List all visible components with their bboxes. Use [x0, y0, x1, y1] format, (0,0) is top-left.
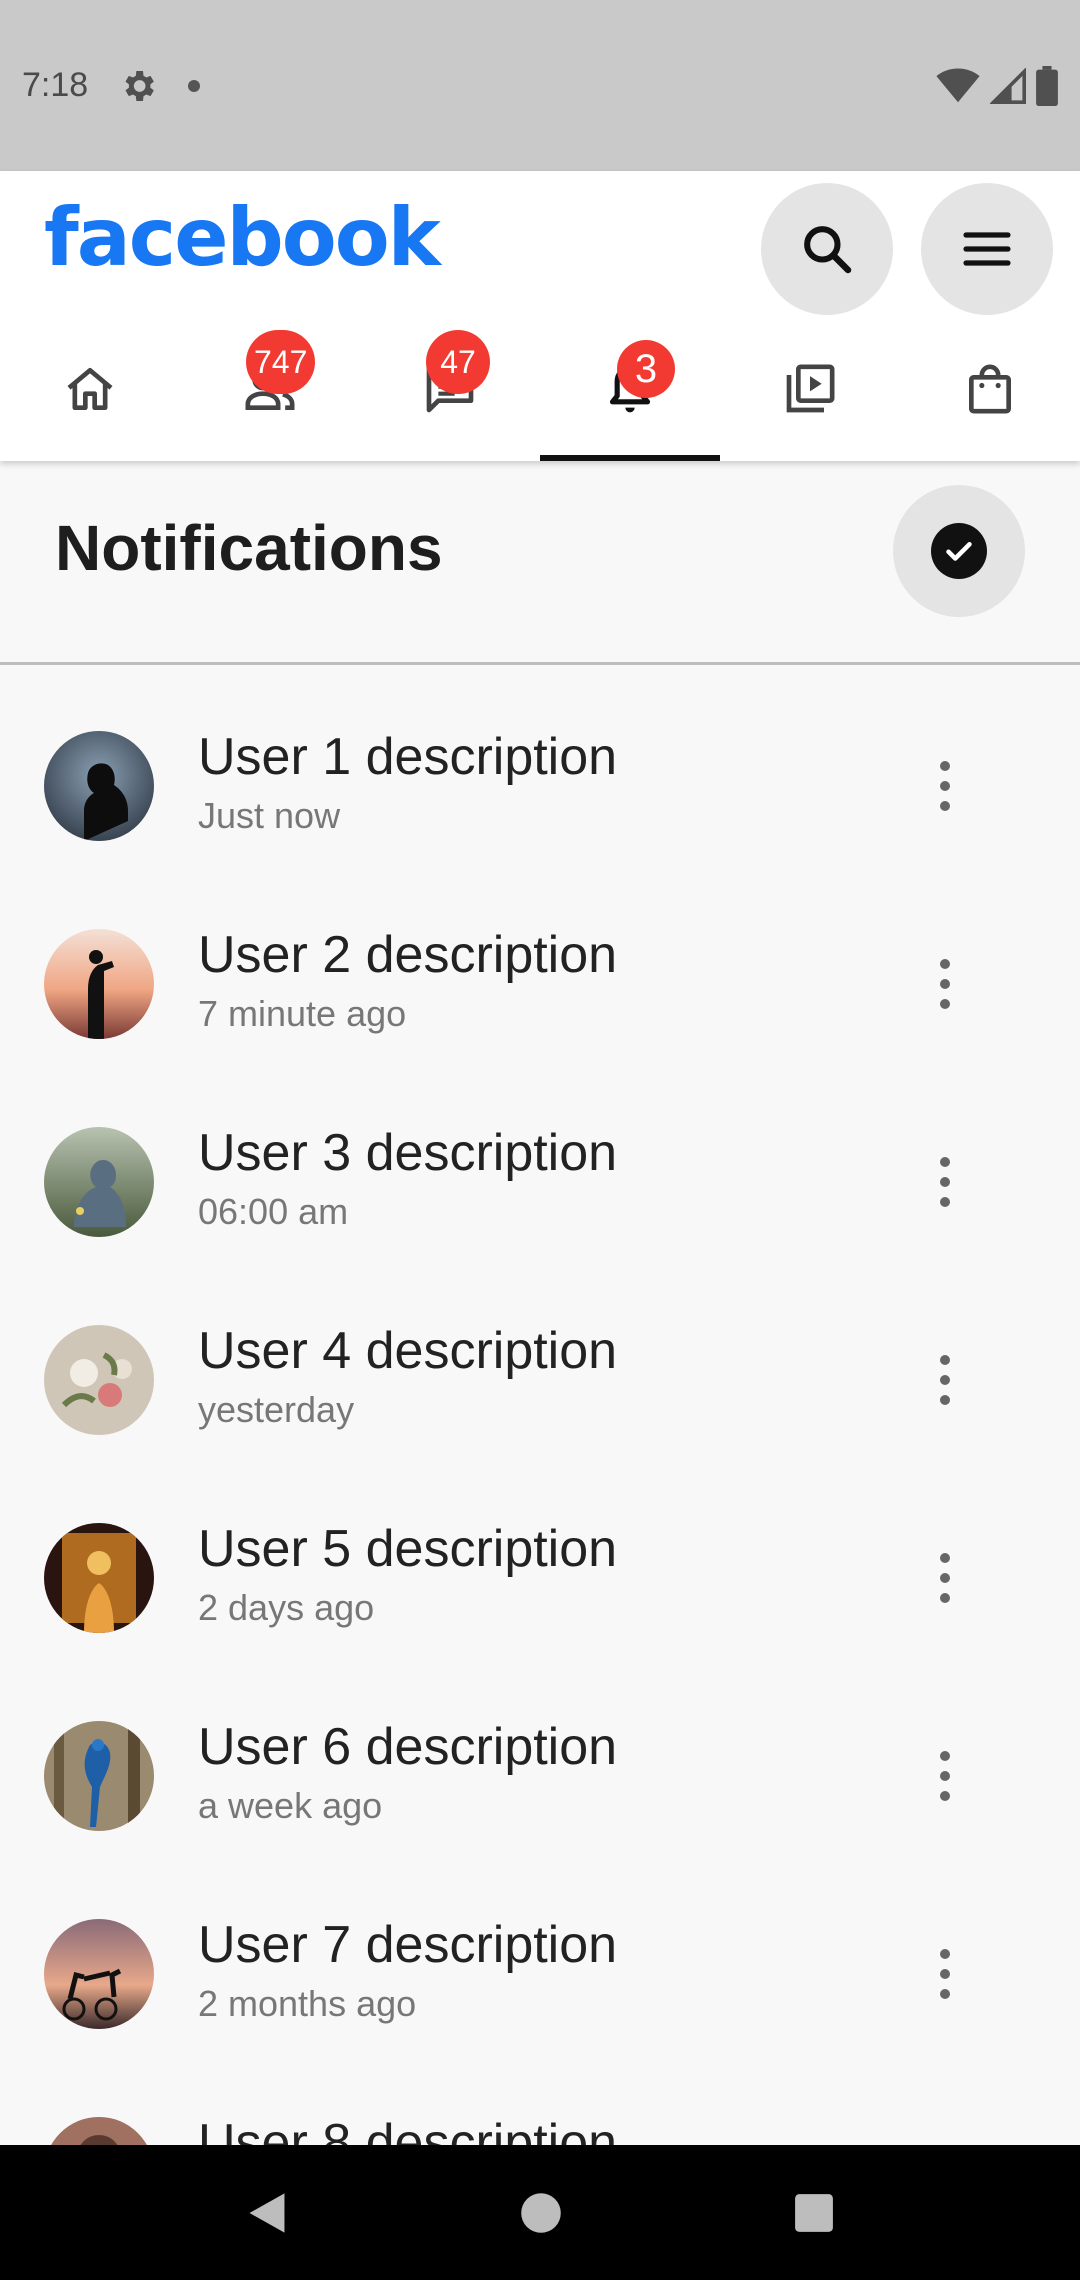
item-title: User 2 description [198, 926, 618, 984]
main-tabs: 747 47 3 [0, 316, 1080, 461]
tab-home[interactable] [0, 316, 180, 461]
tab-messages[interactable]: 47 [360, 316, 540, 461]
avatar[interactable] [44, 1721, 154, 1831]
item-time: a week ago [198, 1785, 383, 1826]
video-library-icon [786, 364, 835, 412]
list-item[interactable]: User 7 description 2 months ago [0, 1853, 1080, 2051]
check-circle-icon [931, 523, 987, 579]
friends-badge: 747 [246, 330, 316, 394]
more-options-icon[interactable] [940, 1157, 950, 1207]
avatar[interactable] [44, 1919, 154, 2029]
system-navigation-bar [0, 2145, 1080, 2280]
shopping-bag-icon [969, 364, 1011, 413]
item-time: 7 minute ago [198, 993, 407, 1034]
status-time: 7:18 [22, 66, 89, 104]
tab-watch[interactable] [720, 316, 900, 461]
notifications-header: Notifications [0, 461, 1080, 665]
item-time: Just now [198, 795, 341, 836]
mark-all-read-button[interactable] [893, 485, 1025, 617]
tab-marketplace[interactable] [900, 316, 1080, 461]
avatar[interactable] [44, 1127, 154, 1237]
search-button[interactable] [761, 183, 893, 315]
tab-notifications[interactable]: 3 [540, 316, 720, 461]
home-icon [67, 367, 113, 410]
menu-button[interactable] [921, 183, 1053, 315]
wifi-icon [936, 68, 980, 102]
home-circle-icon[interactable] [519, 2191, 563, 2235]
item-title: User 5 description [198, 1520, 618, 1578]
tab-friends[interactable]: 747 [180, 316, 360, 461]
list-item[interactable]: User 2 description 7 minute ago [0, 863, 1080, 1061]
notifications-badge: 3 [617, 340, 675, 398]
item-time: 2 days ago [198, 1587, 375, 1628]
more-options-icon[interactable] [940, 959, 950, 1009]
item-title: User 4 description [198, 1322, 618, 1380]
search-icon [804, 226, 852, 274]
notification-list: User 1 description Just now User 2 descr… [0, 665, 1080, 2145]
status-bar: 7:18 [0, 0, 1080, 171]
avatar[interactable] [44, 1523, 154, 1633]
item-title: User 3 description [198, 1124, 618, 1182]
hamburger-menu-icon [963, 232, 1011, 266]
more-options-icon[interactable] [940, 1355, 950, 1405]
more-options-icon[interactable] [940, 1553, 950, 1603]
settings-gear-icon [125, 70, 155, 101]
facebook-logo[interactable]: facebook [44, 191, 441, 284]
status-icons [936, 65, 1058, 106]
more-options-icon[interactable] [940, 1751, 950, 1801]
item-title: User 1 description [198, 728, 618, 786]
item-time: 06:00 am [198, 1191, 349, 1232]
list-item[interactable]: User 6 description a week ago [0, 1655, 1080, 1853]
list-item[interactable]: User 1 description Just now [0, 665, 1080, 863]
more-options-icon[interactable] [940, 1949, 950, 1999]
list-item[interactable]: User 5 description 2 days ago [0, 1457, 1080, 1655]
avatar[interactable] [44, 2117, 154, 2145]
item-title: User 7 description [198, 1916, 618, 1974]
item-title: User 6 description [198, 1718, 618, 1776]
cellular-signal-icon [990, 67, 1026, 104]
app-header: facebook 747 47 3 [0, 171, 1080, 461]
back-icon[interactable] [245, 2189, 289, 2237]
list-item[interactable]: User 8 description [0, 2051, 1080, 2145]
screen: 7:18 facebook 747 47 3 Notifications Use… [0, 0, 1080, 2280]
avatar[interactable] [44, 731, 154, 841]
notification-dot-icon [188, 79, 201, 92]
item-time: yesterday [198, 1389, 355, 1430]
item-title: User 8 description [198, 2114, 618, 2145]
more-options-icon[interactable] [940, 761, 950, 811]
avatar[interactable] [44, 1325, 154, 1435]
messages-badge: 47 [426, 330, 490, 394]
list-item[interactable]: User 4 description yesterday [0, 1259, 1080, 1457]
avatar[interactable] [44, 929, 154, 1039]
page-title: Notifications [55, 512, 443, 584]
item-time: 2 months ago [198, 1983, 417, 2024]
recent-apps-icon[interactable] [793, 2192, 835, 2234]
list-item[interactable]: User 3 description 06:00 am [0, 1061, 1080, 1259]
battery-icon [1036, 65, 1058, 106]
